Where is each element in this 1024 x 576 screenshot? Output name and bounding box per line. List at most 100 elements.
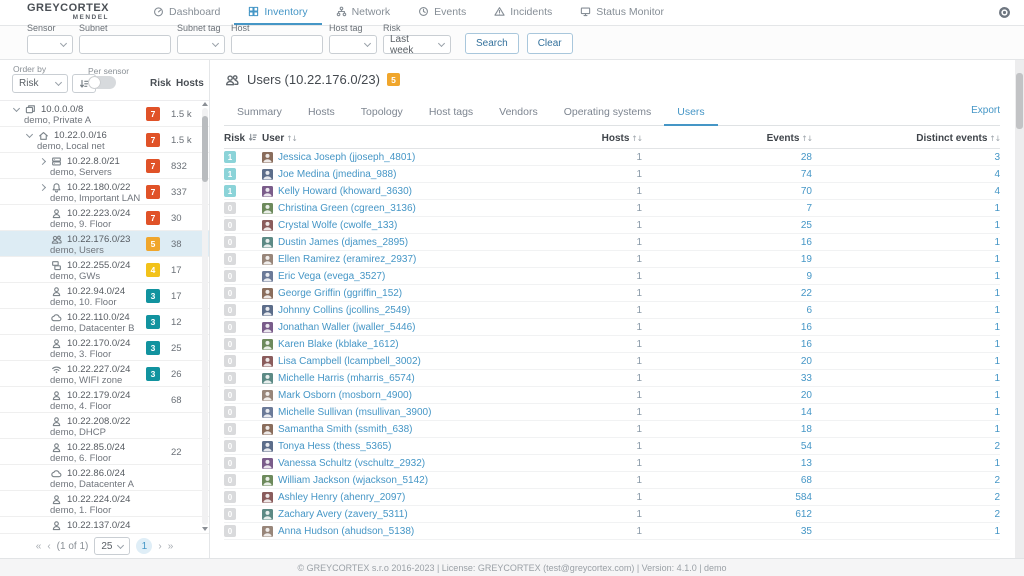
chevron-icon[interactable] xyxy=(25,131,34,140)
chevron-icon[interactable] xyxy=(38,313,47,322)
distinct-events-value[interactable]: 2 xyxy=(812,475,1000,486)
distinct-events-value[interactable]: 1 xyxy=(812,424,1000,435)
subnet-tree-item[interactable]: 10.22.179.0/24 demo, 4. Floor 68 xyxy=(0,387,209,413)
user-link[interactable]: Vanessa Schultz (vschultz_2932) xyxy=(278,458,425,469)
table-row[interactable]: 0 Michelle Sullivan (msullivan_3900) 1 1… xyxy=(224,404,1000,421)
scroll-down-arrow[interactable] xyxy=(202,527,208,531)
prev-page-button[interactable]: ‹ xyxy=(47,541,50,552)
user-link[interactable]: George Griffin (ggriffin_152) xyxy=(278,288,402,299)
next-page-button[interactable]: › xyxy=(158,541,161,552)
tab-operating-systems[interactable]: Operating systems xyxy=(551,101,665,126)
events-value[interactable]: 19 xyxy=(642,254,812,265)
user-link[interactable]: Tonya Hess (thess_5365) xyxy=(278,441,391,452)
user-link[interactable]: Jessica Joseph (jjoseph_4801) xyxy=(278,152,415,163)
page-1-button[interactable]: 1 xyxy=(136,538,152,554)
distinct-events-value[interactable]: 2 xyxy=(812,492,1000,503)
events-value[interactable]: 584 xyxy=(642,492,812,503)
table-row[interactable]: 0 George Griffin (ggriffin_152) 1 22 1 xyxy=(224,285,1000,302)
table-row[interactable]: 0 Tonya Hess (thess_5365) 1 54 2 xyxy=(224,438,1000,455)
subnet-tree-item[interactable]: 10.22.227.0/24 demo, WIFI zone 3 26 xyxy=(0,361,209,387)
table-row[interactable]: 0 Crystal Wolfe (cwolfe_133) 1 25 1 xyxy=(224,217,1000,234)
sidebar-scrollbar[interactable] xyxy=(202,102,208,531)
nav-item-inventory[interactable]: Inventory xyxy=(234,0,321,25)
events-value[interactable]: 20 xyxy=(642,356,812,367)
table-row[interactable]: 0 Mark Osborn (mosborn_4900) 1 20 1 xyxy=(224,387,1000,404)
nav-item-status-monitor[interactable]: Status Monitor xyxy=(566,0,678,25)
greycortex-logo[interactable]: GREYCORTEX MENDEL xyxy=(27,0,109,25)
distinct-events-value[interactable]: 1 xyxy=(812,203,1000,214)
table-row[interactable]: 0 Lisa Campbell (lcampbell_3002) 1 20 1 xyxy=(224,353,1000,370)
subnet-tree-item[interactable]: 10.22.8.0/21 demo, Servers 7 832 xyxy=(0,153,209,179)
chevron-icon[interactable] xyxy=(38,183,47,192)
table-row[interactable]: 0 Jonathan Waller (jwaller_5446) 1 16 1 xyxy=(224,319,1000,336)
user-link[interactable]: Michelle Harris (mharris_6574) xyxy=(278,373,415,384)
events-value[interactable]: 22 xyxy=(642,288,812,299)
subnet-tree-item[interactable]: 10.22.180.0/22 demo, Important LAN 7 337 xyxy=(0,179,209,205)
distinct-events-value[interactable]: 1 xyxy=(812,288,1000,299)
user-link[interactable]: Anna Hudson (ahudson_5138) xyxy=(278,526,414,537)
distinct-events-value[interactable]: 1 xyxy=(812,373,1000,384)
clear-button[interactable]: Clear xyxy=(527,33,573,54)
scrollbar-track[interactable] xyxy=(202,108,208,525)
subnet-tree-item[interactable]: 10.22.85.0/24 demo, 6. Floor 22 xyxy=(0,439,209,465)
distinct-events-value[interactable]: 4 xyxy=(812,169,1000,180)
user-link[interactable]: William Jackson (wjackson_5142) xyxy=(278,475,428,486)
user-link[interactable]: Ashley Henry (ahenry_2097) xyxy=(278,492,405,503)
chevron-icon[interactable] xyxy=(38,365,47,374)
table-row[interactable]: 0 Vanessa Schultz (vschultz_2932) 1 13 1 xyxy=(224,455,1000,472)
events-value[interactable]: 6 xyxy=(642,305,812,316)
user-link[interactable]: Jonathan Waller (jwaller_5446) xyxy=(278,322,415,333)
first-page-button[interactable]: « xyxy=(36,541,42,552)
chevron-icon[interactable] xyxy=(38,443,47,452)
table-row[interactable]: 1 Jessica Joseph (jjoseph_4801) 1 28 3 xyxy=(224,149,1000,166)
col-user[interactable]: User↑↓ xyxy=(262,133,502,144)
user-link[interactable]: Samantha Smith (ssmith_638) xyxy=(278,424,413,435)
distinct-events-value[interactable]: 4 xyxy=(812,186,1000,197)
distinct-events-value[interactable]: 1 xyxy=(812,305,1000,316)
events-value[interactable]: 25 xyxy=(642,220,812,231)
nav-item-network[interactable]: Network xyxy=(322,0,405,25)
chevron-icon[interactable] xyxy=(38,391,47,400)
user-link[interactable]: Johnny Collins (jcollins_2549) xyxy=(278,305,410,316)
tab-host-tags[interactable]: Host tags xyxy=(416,101,486,126)
subnet-tree-item[interactable]: 10.22.255.0/24 demo, GWs 4 17 xyxy=(0,257,209,283)
events-value[interactable]: 35 xyxy=(642,526,812,537)
distinct-events-value[interactable]: 1 xyxy=(812,390,1000,401)
events-value[interactable]: 54 xyxy=(642,441,812,452)
subnet-tree-item[interactable]: 10.0.0.0/8 demo, Private A 7 1.5 k xyxy=(0,101,209,127)
subnet-tree-item[interactable]: 10.22.208.0/22 demo, DHCP xyxy=(0,413,209,439)
table-row[interactable]: 0 Johnny Collins (jcollins_2549) 1 6 1 xyxy=(224,302,1000,319)
table-row[interactable]: 0 Karen Blake (kblake_1612) 1 16 1 xyxy=(224,336,1000,353)
chevron-icon[interactable] xyxy=(38,417,47,426)
tab-hosts[interactable]: Hosts xyxy=(295,101,348,126)
user-link[interactable]: Mark Osborn (mosborn_4900) xyxy=(278,390,412,401)
events-value[interactable]: 33 xyxy=(642,373,812,384)
scrollbar-thumb[interactable] xyxy=(202,116,208,182)
subnet-tree-item[interactable]: 10.22.176.0/23 demo, Users 5 38 xyxy=(0,231,209,257)
subnet-tree-item[interactable]: 10.22.224.0/24 demo, 1. Floor xyxy=(0,491,209,517)
chevron-icon[interactable] xyxy=(38,235,47,244)
subnet-tag-select[interactable] xyxy=(177,35,225,54)
distinct-events-value[interactable]: 1 xyxy=(812,322,1000,333)
chevron-icon[interactable] xyxy=(38,209,47,218)
nav-item-events[interactable]: Events xyxy=(404,0,480,25)
chevron-icon[interactable] xyxy=(38,469,47,478)
events-value[interactable]: 16 xyxy=(642,237,812,248)
user-link[interactable]: Kelly Howard (khoward_3630) xyxy=(278,186,412,197)
settings-gear-icon[interactable] xyxy=(985,0,1024,25)
events-value[interactable]: 612 xyxy=(642,509,812,520)
table-row[interactable]: 0 Michelle Harris (mharris_6574) 1 33 1 xyxy=(224,370,1000,387)
chevron-icon[interactable] xyxy=(38,521,47,530)
per-sensor-toggle[interactable] xyxy=(88,76,116,89)
chevron-icon[interactable] xyxy=(38,339,47,348)
table-row[interactable]: 1 Joe Medina (jmedina_988) 1 74 4 xyxy=(224,166,1000,183)
chevron-icon[interactable] xyxy=(38,157,47,166)
table-row[interactable]: 0 Zachary Avery (zavery_5311) 1 612 2 xyxy=(224,506,1000,523)
host-tag-select[interactable] xyxy=(329,35,377,54)
events-value[interactable]: 70 xyxy=(642,186,812,197)
col-events[interactable]: Events↑↓ xyxy=(642,133,812,144)
subnet-tree-item[interactable]: 10.22.0.0/16 demo, Local net 7 1.5 k xyxy=(0,127,209,153)
chevron-icon[interactable] xyxy=(38,495,47,504)
distinct-events-value[interactable]: 1 xyxy=(812,271,1000,282)
subnet-tree-item[interactable]: 10.22.110.0/24 demo, Datacenter B 3 12 xyxy=(0,309,209,335)
